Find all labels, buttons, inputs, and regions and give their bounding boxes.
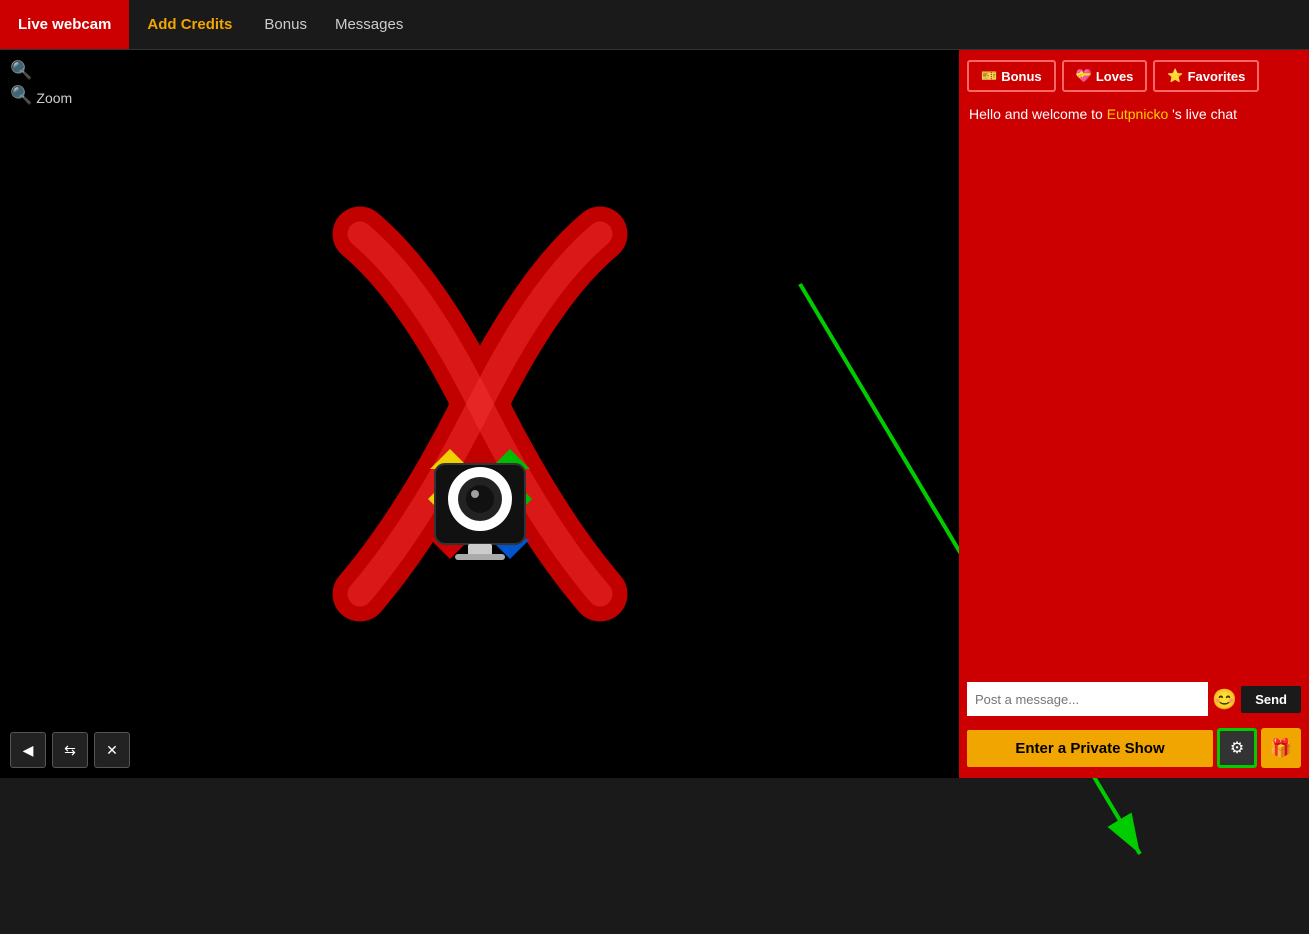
favorites-icon: ⭐: [1167, 68, 1183, 84]
webcam-logo-svg: [320, 204, 640, 624]
zoom-label[interactable]: Zoom: [36, 90, 72, 106]
zoom-search-icon: 🔍: [10, 85, 32, 106]
settings-button[interactable]: ⚙: [1217, 728, 1257, 768]
username-link[interactable]: Eutpnicko: [1107, 106, 1168, 122]
settings-icon: ⚙: [1230, 738, 1244, 758]
video-top-controls: 🔍 🔍 Zoom: [0, 50, 82, 120]
nav-add-credits[interactable]: Add Credits: [129, 16, 250, 33]
favorites-button[interactable]: ⭐ Favorites: [1153, 60, 1259, 92]
chat-panel: 🎫 Bonus 💝 Loves ⭐ Favorites Hello and we…: [959, 50, 1309, 778]
search-icon[interactable]: 🔍: [10, 60, 72, 81]
nav-bonus[interactable]: Bonus: [250, 16, 321, 33]
prev-button[interactable]: ◀: [10, 732, 46, 768]
loves-button[interactable]: 💝 Loves: [1062, 60, 1148, 92]
send-button[interactable]: Send: [1241, 686, 1301, 713]
emoji-button[interactable]: 😊: [1212, 687, 1237, 712]
webcam-logo-area: [320, 204, 640, 624]
top-navigation: Live webcam Add Credits Bonus Messages: [0, 0, 1309, 50]
adjust-button[interactable]: ⇆: [52, 732, 88, 768]
welcome-text: Hello and welcome to Eutpnicko 's live c…: [959, 102, 1309, 132]
loves-icon: 💝: [1076, 68, 1092, 84]
bonus-icon: 🎫: [981, 68, 997, 84]
chat-top-buttons: 🎫 Bonus 💝 Loves ⭐ Favorites: [959, 50, 1309, 102]
nav-messages[interactable]: Messages: [321, 16, 417, 33]
bonus-button[interactable]: 🎫 Bonus: [967, 60, 1056, 92]
private-show-row: Enter a Private Show ⚙ 🎁: [959, 722, 1309, 778]
chat-messages: [959, 132, 1309, 676]
gift-icon: 🎁: [1270, 738, 1292, 759]
nav-live-webcam[interactable]: Live webcam: [0, 0, 129, 49]
video-bottom-controls: ◀ ⇆ ✕: [10, 732, 130, 768]
gift-button[interactable]: 🎁: [1261, 728, 1301, 768]
private-show-button[interactable]: Enter a Private Show: [967, 730, 1213, 767]
chat-input-row: 😊 Send: [959, 676, 1309, 722]
webcam-content: [0, 50, 959, 778]
video-panel: 🔍 🔍 Zoom: [0, 50, 959, 778]
chat-message-input[interactable]: [967, 682, 1208, 716]
main-layout: 🔍 🔍 Zoom: [0, 50, 1309, 778]
close-button[interactable]: ✕: [94, 732, 130, 768]
